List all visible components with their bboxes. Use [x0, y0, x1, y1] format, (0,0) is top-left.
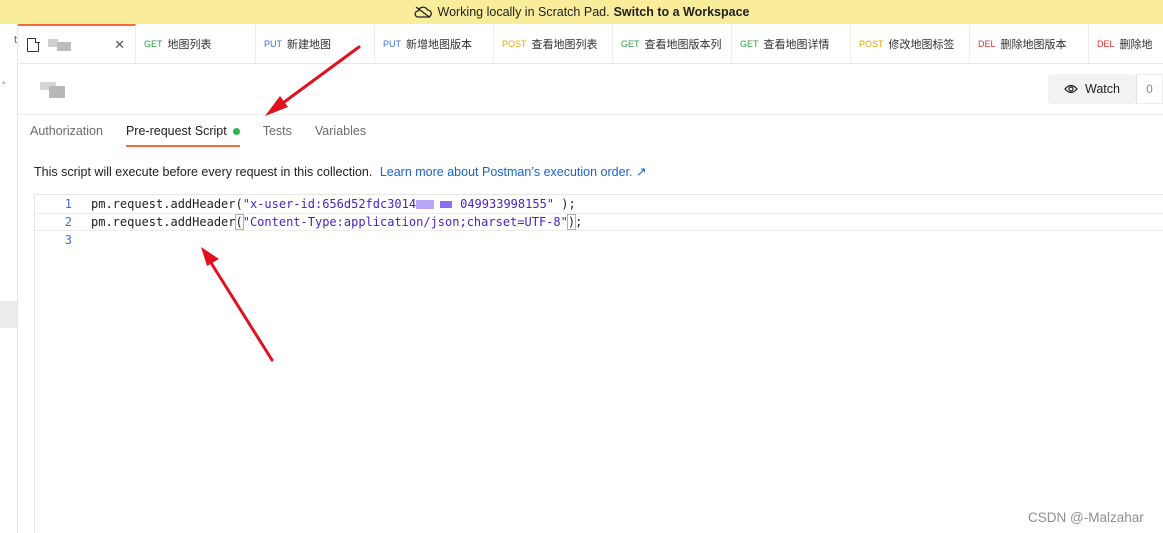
method-badge: GET: [144, 39, 163, 49]
tab-title: 查看地图列表: [531, 39, 598, 51]
method-badge: GET: [621, 39, 640, 49]
bracket-match: (: [234, 214, 244, 230]
tab-title: 删除地图版本: [1000, 39, 1067, 51]
code-string: "x-user-id:656d52fdc3014: [242, 197, 417, 211]
rail-dot-glyph: °: [2, 80, 6, 90]
code-text: pm.request.addHeader("Content-Type:appli…: [72, 214, 583, 230]
method-badge: PUT: [383, 39, 401, 49]
line-number: 3: [64, 233, 72, 247]
method-badge: GET: [740, 39, 759, 49]
line-number: 2: [64, 215, 72, 229]
script-editor[interactable]: 1 pm.request.addHeader("x-user-id:656d52…: [34, 194, 1163, 533]
tab-request-7[interactable]: POST 修改地图标签: [851, 24, 970, 64]
method-badge: POST: [859, 39, 884, 49]
rail-selected-item[interactable]: [0, 301, 17, 328]
status-dot: [232, 127, 240, 135]
method-badge: PUT: [264, 39, 282, 49]
tab-pre-request-script[interactable]: Pre-request Script: [125, 115, 240, 147]
subtab-label: Pre-request Script: [125, 124, 227, 138]
tab-tests[interactable]: Tests: [263, 115, 292, 147]
code-text: pm.request.addHeader("x-user-id:656d52fd…: [72, 197, 576, 211]
code-line-current: 2 pm.request.addHeader("Content-Type:app…: [35, 213, 1163, 231]
description-text: This script will execute before every re…: [34, 165, 373, 179]
tab-authorization[interactable]: Authorization: [30, 115, 103, 147]
tab-title: 新增地图版本: [406, 39, 472, 51]
code-string: 049933998155": [460, 197, 555, 211]
tab-title: 地图列表: [167, 39, 212, 51]
document-icon: [27, 37, 40, 52]
banner-text: Working locally in Scratch Pad.: [437, 5, 610, 19]
tab-request-9[interactable]: DEL 删除地: [1089, 24, 1163, 64]
redacted-collection-name: [48, 39, 72, 51]
subtab-label: Tests: [262, 124, 292, 138]
watch-label: Watch: [1085, 82, 1120, 96]
tab-request-1[interactable]: GET 地图列表: [136, 24, 256, 64]
cloud-offline-icon: [414, 6, 432, 18]
subtab-label: Variables: [314, 124, 367, 138]
tab-request-6[interactable]: GET 查看地图详情: [732, 24, 851, 64]
close-tab-icon[interactable]: ✕: [114, 37, 125, 53]
left-sidebar-rail: t °: [0, 24, 18, 533]
tab-title: 新建地图: [287, 39, 331, 51]
watch-count[interactable]: 0: [1136, 74, 1163, 104]
switch-workspace-link[interactable]: Switch to a Workspace: [614, 5, 750, 19]
script-description: This script will execute before every re…: [34, 164, 646, 179]
bracket-match: ): [566, 214, 577, 230]
tab-request-4[interactable]: POST 查看地图列表: [494, 24, 613, 64]
code-call: pm.request.addHeader(: [91, 197, 243, 211]
tab-title: 查看地图详情: [763, 39, 830, 51]
code-punct: ;: [575, 215, 583, 229]
code-string: "Content-Type:application/json;charset=U…: [242, 215, 568, 229]
tab-request-8[interactable]: DEL 删除地图版本: [970, 24, 1089, 64]
collection-subtabs: Authorization Pre-request Script Tests V…: [18, 114, 1163, 147]
watermark: CSDN @-Malzahar: [1028, 510, 1144, 525]
line-number: 1: [64, 197, 72, 211]
code-call: pm.request.addHeader: [91, 215, 236, 229]
subtab-label: Authorization: [30, 124, 103, 138]
tab-collection[interactable]: ✕: [18, 24, 136, 64]
eye-icon: [1064, 84, 1078, 94]
tab-title: 修改地图标签: [888, 39, 955, 51]
watch-button[interactable]: Watch: [1048, 74, 1136, 104]
tab-request-3[interactable]: PUT 新增地图版本: [375, 24, 494, 64]
redacted-collection-title: [40, 82, 66, 98]
method-badge: DEL: [1097, 39, 1115, 49]
code-punct: );: [554, 197, 576, 211]
tab-title: 删除地: [1119, 39, 1153, 51]
request-tab-bar: ✕ GET 地图列表 PUT 新建地图 PUT 新增地图版本 POST 查看地图…: [18, 24, 1163, 64]
rail-item-truncated[interactable]: t: [0, 34, 17, 56]
method-badge: POST: [502, 39, 527, 49]
tab-title: 查看地图版本列: [644, 39, 722, 51]
tab-request-5[interactable]: GET 查看地图版本列: [613, 24, 732, 64]
execution-order-link[interactable]: Learn more about Postman’s execution ord…: [380, 165, 647, 179]
code-line: 3: [35, 231, 1163, 249]
method-badge: DEL: [978, 39, 996, 49]
redacted-user-id: [416, 200, 460, 209]
code-line: 1 pm.request.addHeader("x-user-id:656d52…: [35, 195, 1163, 213]
tab-request-2[interactable]: PUT 新建地图: [256, 24, 375, 64]
scratch-pad-banner: Working locally in Scratch Pad. Switch t…: [0, 0, 1163, 24]
tab-variables[interactable]: Variables: [315, 115, 366, 147]
